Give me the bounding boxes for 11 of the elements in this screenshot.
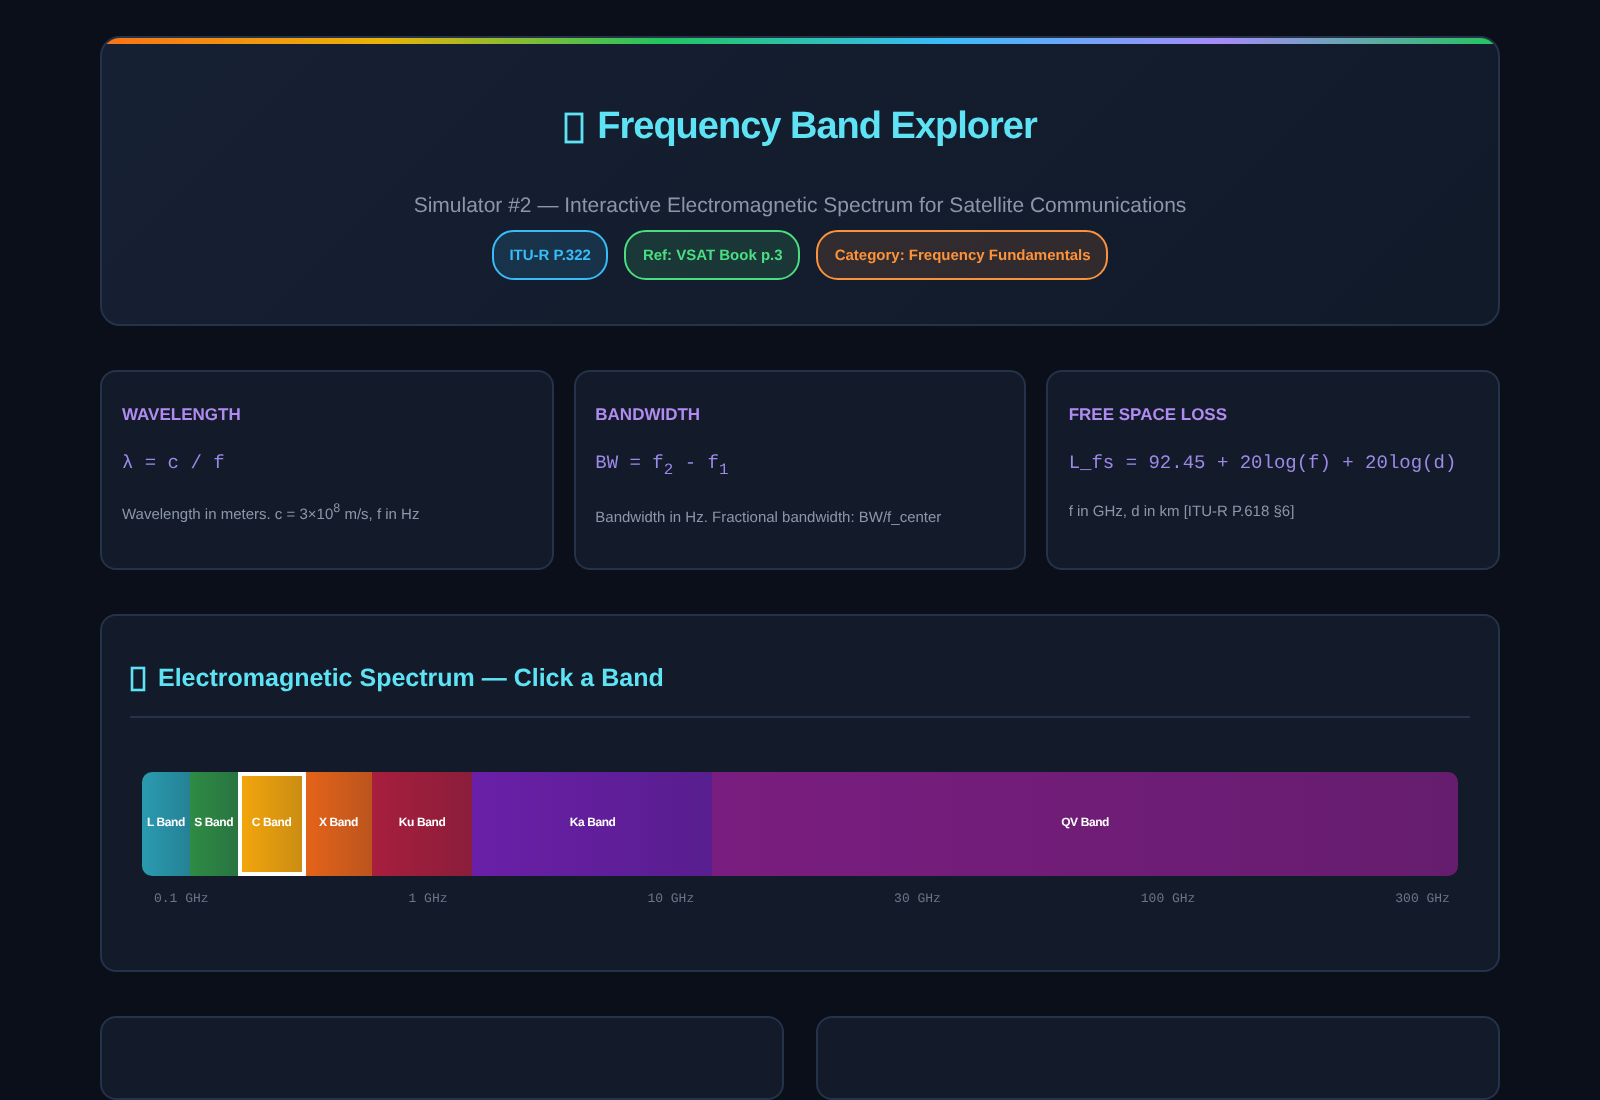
card-title: WAVELENGTH bbox=[122, 404, 243, 425]
page-title: Frequency Band Explorer bbox=[597, 106, 1037, 150]
card-title: BANDWIDTH bbox=[595, 404, 703, 425]
section-title: Electromagnetic Spectrum — Click a Band bbox=[158, 664, 664, 693]
missing-glyph-icon bbox=[130, 665, 146, 692]
missing-glyph-icon bbox=[563, 112, 584, 144]
formula: λ = c / f bbox=[122, 452, 227, 475]
formula: L_fs = 92.45 + 20log(f) + 20log(d) bbox=[1068, 452, 1459, 475]
subtitle: Simulator #2 — Interactive Electromagnetic Spectrum for Satellite Communications bbox=[413, 194, 1187, 218]
formula: BW = f$_{2}$ - f$_{1}$ bbox=[595, 452, 731, 481]
card-title: FREE SPACE LOSS bbox=[1068, 404, 1230, 425]
